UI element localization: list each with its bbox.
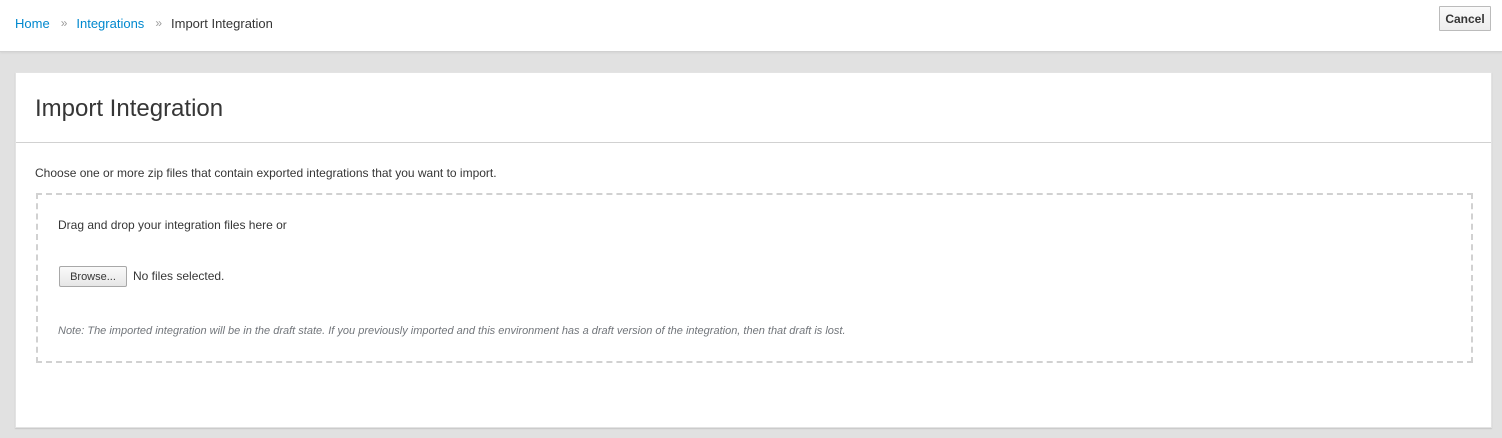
page-title: Import Integration xyxy=(35,95,224,122)
breadcrumb-current: Import Integration xyxy=(171,16,273,31)
top-bar: Home » Integrations » Import Integration… xyxy=(0,0,1502,52)
cancel-button[interactable]: Cancel xyxy=(1439,6,1491,31)
breadcrumb: Home » Integrations » Import Integration xyxy=(15,15,273,32)
browse-button[interactable]: Browse... xyxy=(59,266,127,287)
import-card: Import Integration Choose one or more zi… xyxy=(15,72,1492,428)
breadcrumb-separator-icon: » xyxy=(60,16,68,30)
card-header: Import Integration xyxy=(16,73,1491,143)
file-status-text: No files selected. xyxy=(133,269,225,283)
dropzone-text: Drag and drop your integration files her… xyxy=(58,218,287,232)
breadcrumb-integrations-link[interactable]: Integrations xyxy=(76,15,144,32)
breadcrumb-separator-icon: » xyxy=(155,16,162,30)
instructions-text: Choose one or more zip files that contai… xyxy=(35,166,497,180)
breadcrumb-home-link[interactable]: Home xyxy=(15,15,50,32)
file-dropzone[interactable]: Drag and drop your integration files her… xyxy=(36,193,1473,363)
draft-note: Note: The imported integration will be i… xyxy=(58,325,846,337)
